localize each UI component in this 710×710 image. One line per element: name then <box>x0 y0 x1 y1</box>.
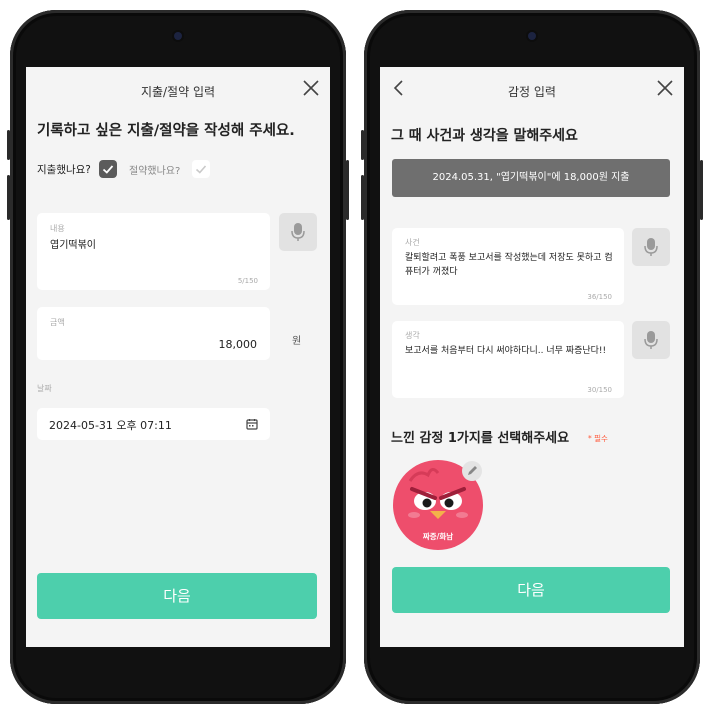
page-heading: 그 때 사건과 생각을 말해주세요 <box>391 128 578 144</box>
expense-input-screen: 지출/절약 입력 기록하고 싶은 지출/절약을 작성해 주세요. 지출했나요? … <box>26 67 330 647</box>
content-label: 내용 <box>50 224 65 233</box>
check-icon <box>195 165 207 174</box>
event-label: 사건 <box>405 238 420 247</box>
close-icon[interactable] <box>656 79 674 97</box>
power-button <box>346 160 349 220</box>
volume-button <box>7 130 10 160</box>
voice-input-button[interactable] <box>279 213 317 251</box>
date-label: 날짜 <box>37 384 52 393</box>
thought-field[interactable]: 생각 보고서를 처음부터 다시 써야하다니.. 너무 짜증난다!! 30/150 <box>392 321 624 398</box>
content-field[interactable]: 내용 엽기떡볶이 5/150 <box>37 213 270 290</box>
saved-label: 절약했나요? <box>129 166 181 177</box>
page-heading: 기록하고 싶은 지출/절약을 작성해 주세요. <box>37 123 295 139</box>
spent-label: 지출했나요? <box>37 164 91 176</box>
amount-field[interactable]: 금액 18,000 <box>37 307 270 360</box>
spent-checkbox[interactable] <box>99 160 117 178</box>
edit-emotion-button[interactable] <box>462 461 482 481</box>
camera-dot <box>528 32 536 40</box>
amount-value: 18,000 <box>218 338 258 351</box>
emotion-heading: 느낀 감정 1가지를 선택해주세요 <box>391 431 570 446</box>
emotion-input-screen: 감정 입력 그 때 사건과 생각을 말해주세요 2024.05.31, "엽기떡… <box>380 67 684 647</box>
emotion-option-selected[interactable]: 짜증/화남 <box>392 459 484 551</box>
date-field[interactable]: 2024-05-31 오후 07:11 <box>37 408 270 440</box>
voice-input-button[interactable] <box>632 321 670 359</box>
microphone-icon <box>644 238 658 256</box>
pencil-icon <box>468 466 477 475</box>
content-value: 엽기떡볶이 <box>50 240 96 251</box>
event-value: 칼퇴할려고 폭풍 보고서를 작성했는데 저장도 못하고 컴퓨터가 꺼졌다 <box>405 253 613 277</box>
voice-input-button[interactable] <box>632 228 670 266</box>
volume-button <box>7 175 10 220</box>
header-title: 감정 입력 <box>508 85 556 99</box>
volume-button <box>361 175 364 220</box>
power-button <box>700 160 703 220</box>
content-counter: 5/150 <box>237 277 258 285</box>
camera-dot <box>174 32 182 40</box>
thought-counter: 30/150 <box>587 386 612 394</box>
microphone-icon <box>644 331 658 349</box>
thought-value: 보고서를 처음부터 다시 써야하다니.. 너무 짜증난다!! <box>405 346 607 356</box>
thought-label: 생각 <box>405 331 420 340</box>
saved-checkbox[interactable] <box>192 160 210 178</box>
amount-unit: 원 <box>292 336 302 347</box>
event-counter: 36/150 <box>587 293 612 301</box>
microphone-icon <box>291 223 305 241</box>
close-icon[interactable] <box>302 79 320 97</box>
volume-button <box>361 130 364 160</box>
amount-label: 금액 <box>50 318 65 327</box>
required-mark: * 필수 <box>588 434 608 443</box>
expense-summary-banner: 2024.05.31, "엽기떡볶이"에 18,000원 지출 <box>392 159 670 197</box>
event-field[interactable]: 사건 칼퇴할려고 폭풍 보고서를 작성했는데 저장도 못하고 컴퓨터가 꺼졌다 … <box>392 228 624 305</box>
header-title: 지출/절약 입력 <box>140 85 216 99</box>
next-button[interactable]: 다음 <box>37 573 317 619</box>
phone-frame-right: 감정 입력 그 때 사건과 생각을 말해주세요 2024.05.31, "엽기떡… <box>361 10 703 704</box>
date-value: 2024-05-31 오후 07:11 <box>49 419 172 432</box>
check-icon <box>102 165 114 174</box>
phone-frame-left: 지출/절약 입력 기록하고 싶은 지출/절약을 작성해 주세요. 지출했나요? … <box>7 10 349 704</box>
next-button[interactable]: 다음 <box>392 567 670 613</box>
emotion-label: 짜증/화남 <box>422 532 454 541</box>
calendar-icon[interactable] <box>246 418 258 430</box>
